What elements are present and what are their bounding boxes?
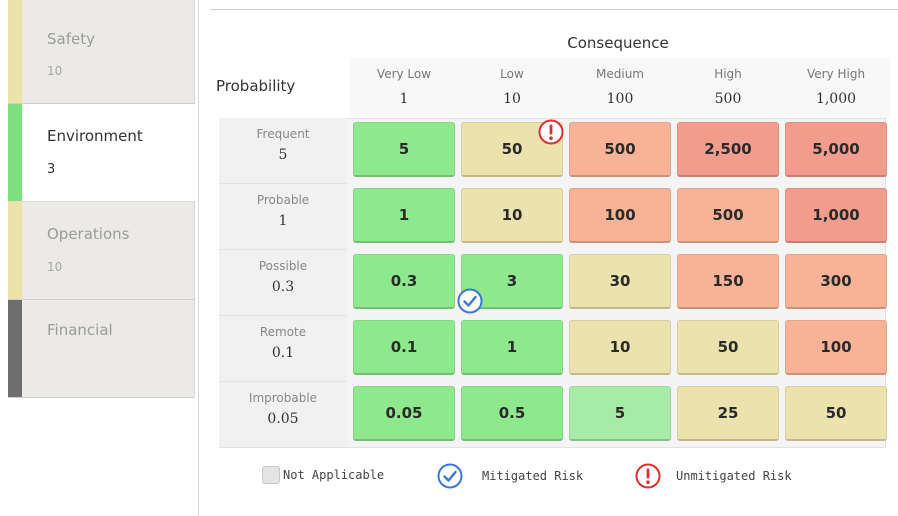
consequence-value: 10 xyxy=(503,91,521,107)
tab-operations[interactable]: Operations 10 xyxy=(8,202,195,300)
risk-cell[interactable]: 50 xyxy=(785,386,887,441)
consequence-value: 500 xyxy=(714,91,742,107)
tab-score: 3 xyxy=(47,162,56,177)
probability-value: 5 xyxy=(278,147,288,163)
risk-cell[interactable]: 50 xyxy=(677,320,779,375)
column-header: Very High 1,000 xyxy=(782,58,890,118)
risk-cell[interactable]: 5,000 xyxy=(785,122,887,177)
probability-label: Improbable xyxy=(248,391,318,405)
tab-score: 10 xyxy=(47,260,63,274)
risk-cell[interactable]: 10 xyxy=(461,188,563,243)
consequence-value: 1,000 xyxy=(815,91,857,107)
consequence-value: 1 xyxy=(399,91,409,107)
column-header: Medium 100 xyxy=(566,58,674,118)
risk-cell[interactable]: 0.1 xyxy=(353,320,455,375)
risk-cell[interactable]: 100 xyxy=(785,320,887,375)
row-header: Improbable 0.05 xyxy=(219,382,347,448)
risk-cell[interactable]: 30 xyxy=(569,254,671,309)
legend-label: Unmitigated Risk xyxy=(676,469,792,483)
risk-cell[interactable]: 0.3 xyxy=(353,254,455,309)
risk-cell[interactable]: 1 xyxy=(353,188,455,243)
legend-mitigated: Mitigated Risk xyxy=(436,462,583,490)
tab-safety[interactable]: Safety 10 xyxy=(8,0,195,104)
tab-color-stripe xyxy=(8,104,22,201)
risk-cell[interactable]: 500 xyxy=(569,122,671,177)
risk-cell[interactable]: 500 xyxy=(677,188,779,243)
tab-color-stripe xyxy=(8,0,22,103)
row-header: Frequent 5 xyxy=(219,118,347,184)
risk-cell[interactable]: 300 xyxy=(785,254,887,309)
risk-cell[interactable]: 5 xyxy=(569,386,671,441)
row-header: Remote 0.1 xyxy=(219,316,347,382)
probability-label: Possible xyxy=(258,259,308,273)
column-header: Very Low 1 xyxy=(350,58,458,118)
risk-cell[interactable]: 100 xyxy=(569,188,671,243)
risk-cell[interactable]: 0.05 xyxy=(353,386,455,441)
exclamation-icon xyxy=(538,119,564,145)
risk-cell[interactable]: 1 xyxy=(461,320,563,375)
tab-color-stripe xyxy=(8,202,22,299)
tab-label: Financial xyxy=(47,321,113,339)
consequence-value: 100 xyxy=(606,91,634,107)
tab-color-stripe xyxy=(8,300,22,397)
probability-value: 0.05 xyxy=(267,411,299,427)
row-header: Probable 1 xyxy=(219,184,347,250)
probability-value: 1 xyxy=(278,213,288,229)
probability-value: 0.3 xyxy=(271,279,295,295)
legend-unmitigated: Unmitigated Risk xyxy=(634,462,792,490)
risk-cell[interactable]: 10 xyxy=(569,320,671,375)
exclamation-icon xyxy=(635,463,661,489)
column-header: High 500 xyxy=(674,58,782,118)
tab-environment[interactable]: Environment 3 xyxy=(8,104,195,202)
consequence-label: High xyxy=(714,67,742,81)
legend-label: Mitigated Risk xyxy=(482,469,584,483)
risk-cell[interactable]: 25 xyxy=(677,386,779,441)
consequence-title: Consequence xyxy=(567,34,669,52)
risk-cell[interactable]: 0.5 xyxy=(461,386,563,441)
tab-score: 10 xyxy=(47,64,63,78)
legend-not-applicable: Not Applicable xyxy=(262,466,384,484)
consequence-label: Very Low xyxy=(376,67,432,81)
tab-label: Safety xyxy=(47,30,95,48)
consequence-label: Very High xyxy=(806,67,866,81)
not-applicable-swatch xyxy=(262,466,280,484)
probability-label: Frequent xyxy=(256,127,310,141)
risk-cell[interactable]: 150 xyxy=(677,254,779,309)
legend-label: Not Applicable xyxy=(283,468,385,482)
probability-title: Probability xyxy=(216,77,296,95)
tab-label: Environment xyxy=(47,127,143,145)
risk-cell[interactable]: 2,500 xyxy=(677,122,779,177)
tab-label: Operations xyxy=(47,225,130,243)
risk-cell[interactable]: 5 xyxy=(353,122,455,177)
check-icon xyxy=(437,463,463,489)
tab-financial[interactable]: Financial xyxy=(8,300,195,398)
risk-cell[interactable]: 1,000 xyxy=(785,188,887,243)
row-header: Possible 0.3 xyxy=(219,250,347,316)
top-divider xyxy=(210,9,898,10)
panel-divider xyxy=(198,0,199,516)
probability-label: Probable xyxy=(256,193,310,207)
probability-value: 0.1 xyxy=(271,345,295,361)
column-header: Low 10 xyxy=(458,58,566,118)
probability-label: Remote xyxy=(259,325,307,339)
consequence-label: Medium xyxy=(596,67,644,81)
consequence-label: Low xyxy=(500,67,524,81)
check-icon xyxy=(457,288,483,314)
